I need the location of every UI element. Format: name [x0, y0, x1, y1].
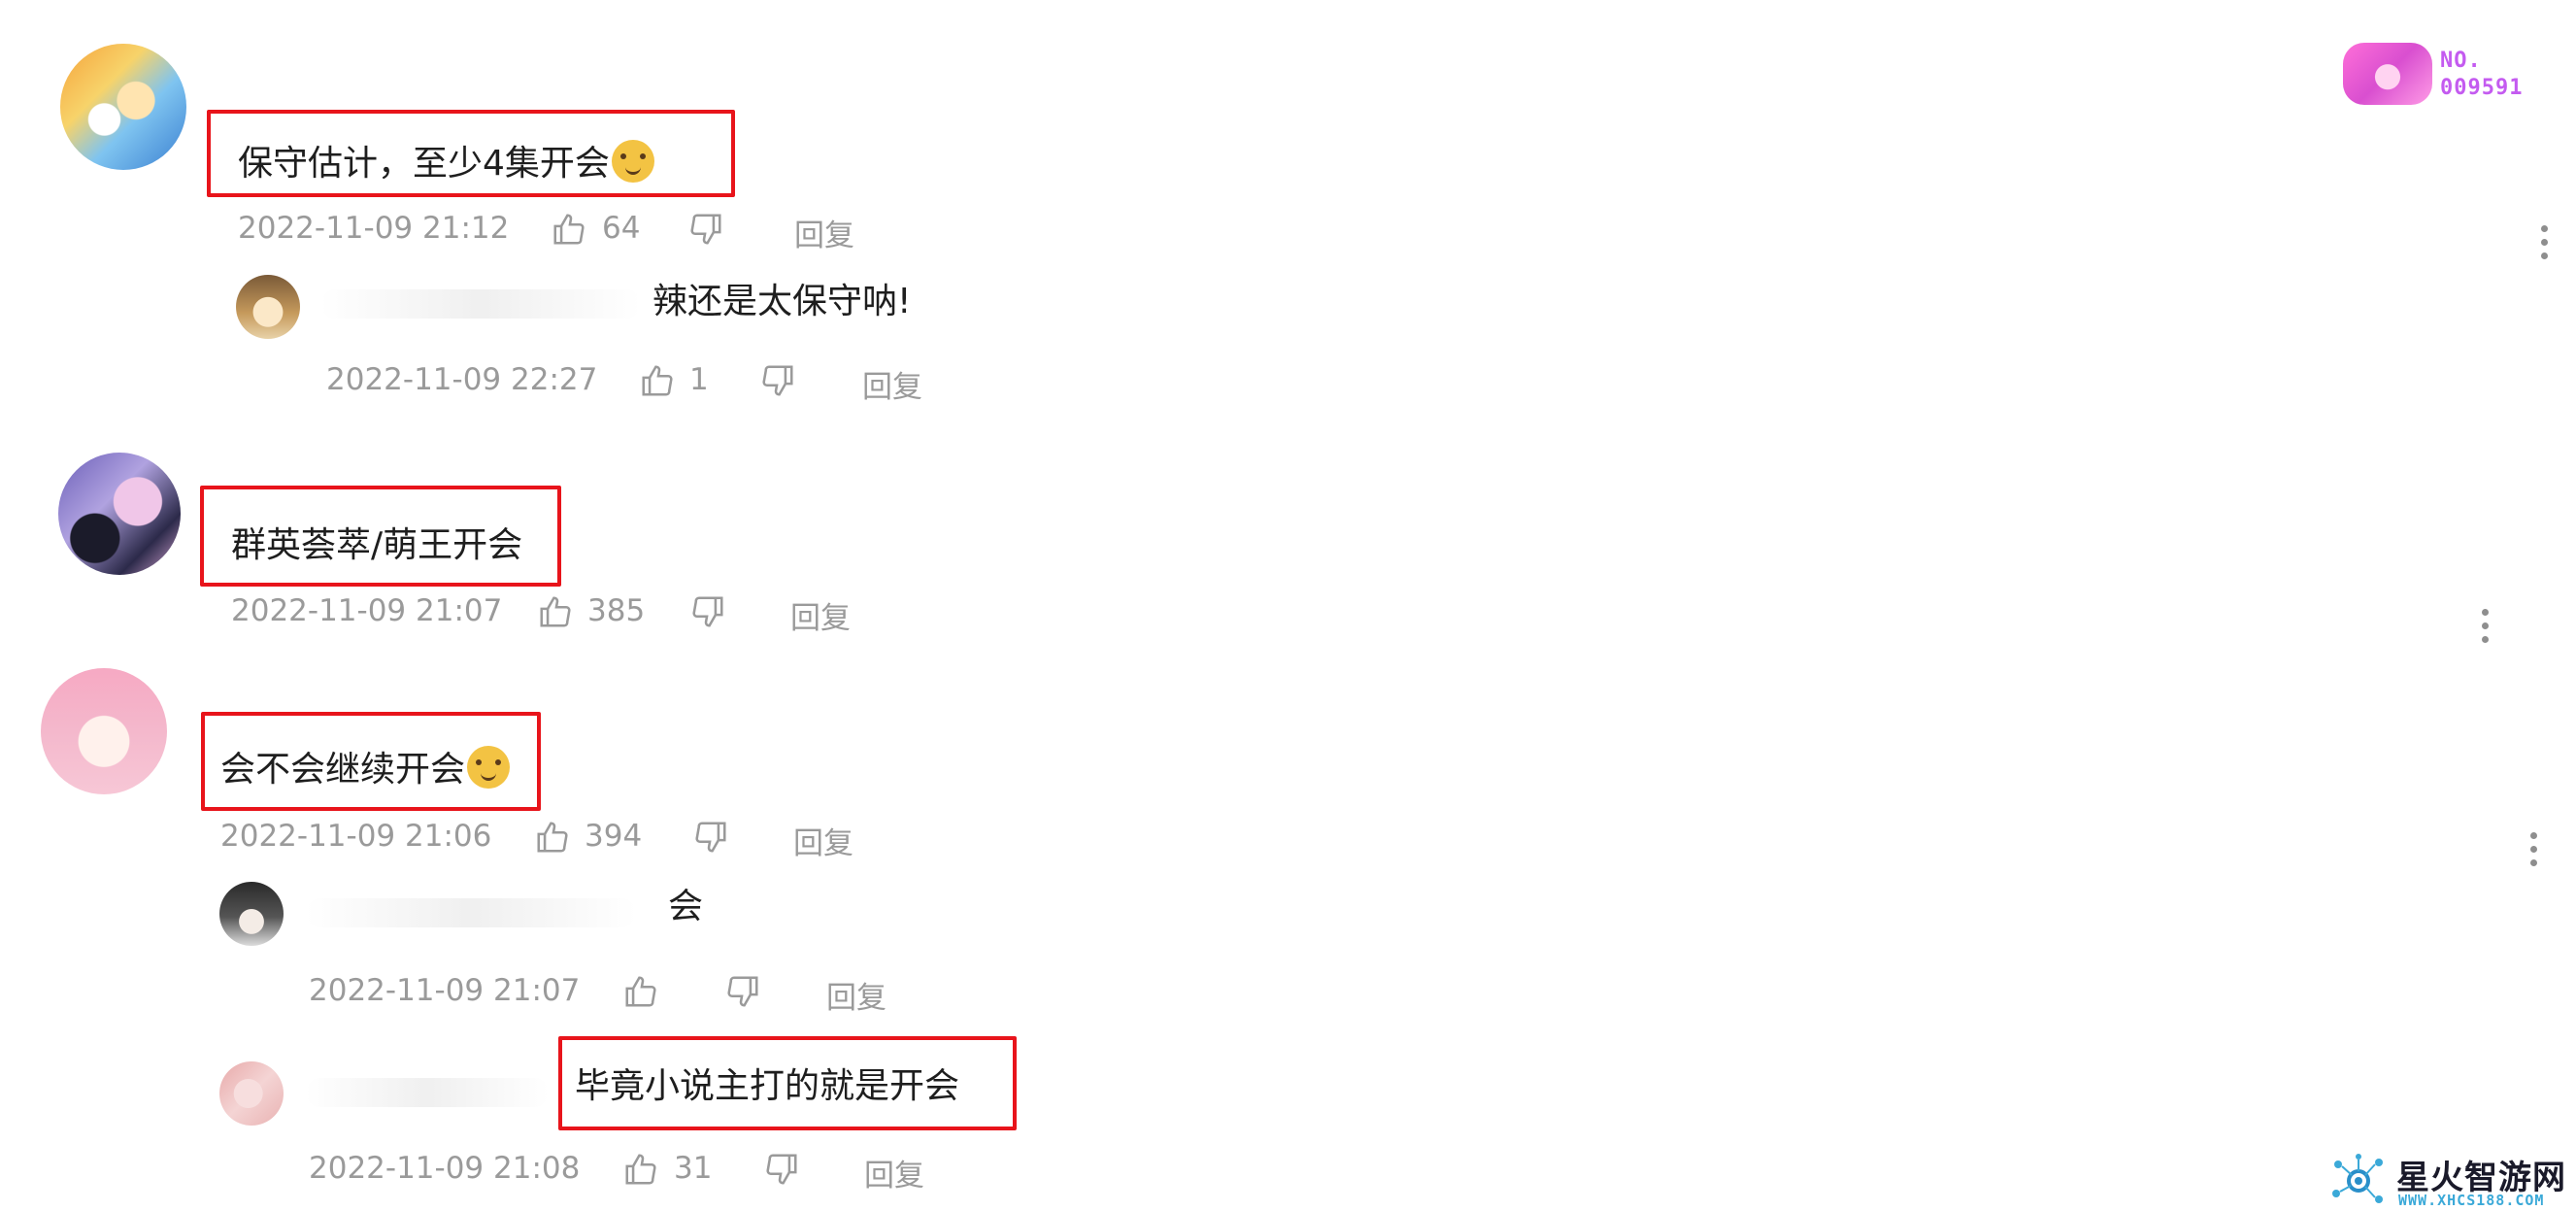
reply-meta: 2022-11-09 21:07 回复: [309, 973, 988, 1016]
like-icon[interactable]: [622, 973, 659, 1010]
badge-character-image: [2343, 43, 2432, 105]
like-icon[interactable]: [551, 211, 587, 248]
avatar[interactable]: [219, 1061, 284, 1126]
watermark-url: WWW.XHCS188.COM: [2398, 1192, 2545, 1209]
like-icon[interactable]: [534, 819, 571, 856]
like-icon[interactable]: [537, 593, 574, 630]
avatar[interactable]: [236, 275, 300, 339]
reply-time: 2022-11-09 21:08: [309, 1151, 581, 1186]
dislike-icon[interactable]: [763, 1151, 800, 1188]
reply-text: 辣还是太保守呐!: [652, 282, 912, 321]
like-count: 394: [585, 819, 643, 854]
reply-meta: 2022-11-09 22:27 1 回复: [326, 362, 1006, 405]
reply-text: 会: [668, 887, 704, 926]
user-number-badge: NO. 009591: [2343, 39, 2537, 107]
username-obscured: [320, 289, 641, 319]
comment-time: 2022-11-09 21:12: [238, 211, 510, 246]
avatar[interactable]: [41, 668, 167, 794]
reply-button[interactable]: 回复: [790, 593, 851, 637]
avatar[interactable]: [60, 44, 186, 170]
reply-time: 2022-11-09 21:07: [309, 973, 581, 1008]
highlight-box: [200, 486, 561, 587]
comment-time: 2022-11-09 21:07: [231, 593, 503, 628]
reply-time: 2022-11-09 22:27: [326, 362, 598, 397]
dislike-icon[interactable]: [759, 362, 796, 399]
network-logo-icon: [2332, 1154, 2383, 1203]
dislike-icon[interactable]: [689, 593, 726, 630]
avatar[interactable]: [219, 882, 284, 946]
highlight-box: [201, 712, 541, 811]
like-count: 31: [674, 1151, 713, 1186]
badge-label: NO.: [2440, 49, 2482, 73]
comment-meta: 2022-11-09 21:12 64 回复: [238, 211, 918, 253]
reply-button[interactable]: 回复: [864, 1151, 924, 1194]
dislike-icon[interactable]: [687, 211, 724, 248]
username-obscured: [306, 898, 636, 927]
more-options-icon[interactable]: [2538, 221, 2550, 264]
site-watermark: 星火智游网 WWW.XHCS188.COM: [2330, 1151, 2573, 1211]
comment-meta: 2022-11-09 21:06 394 回复: [220, 819, 900, 861]
dislike-icon[interactable]: [692, 819, 729, 856]
badge-number: 009591: [2440, 76, 2524, 100]
like-icon[interactable]: [639, 362, 676, 399]
more-options-icon[interactable]: [2527, 828, 2539, 871]
reply-button[interactable]: 回复: [794, 211, 854, 254]
comment-time: 2022-11-09 21:06: [220, 819, 492, 854]
highlight-box: [207, 110, 735, 197]
more-options-icon[interactable]: [2479, 605, 2491, 648]
like-count: 1: [689, 362, 709, 397]
like-count: 385: [587, 593, 646, 628]
avatar[interactable]: [58, 453, 181, 575]
dislike-icon[interactable]: [724, 973, 761, 1010]
comment-meta: 2022-11-09 21:07 385 回复: [231, 593, 911, 636]
reply-meta: 2022-11-09 21:08 31 回复: [309, 1151, 988, 1194]
highlight-box: [558, 1036, 1017, 1130]
reply-button[interactable]: 回复: [826, 973, 887, 1017]
like-count: 64: [602, 211, 641, 246]
reply-button[interactable]: 回复: [862, 362, 922, 406]
username-obscured: [306, 1078, 549, 1107]
reply-button[interactable]: 回复: [793, 819, 853, 862]
like-icon[interactable]: [622, 1151, 659, 1188]
